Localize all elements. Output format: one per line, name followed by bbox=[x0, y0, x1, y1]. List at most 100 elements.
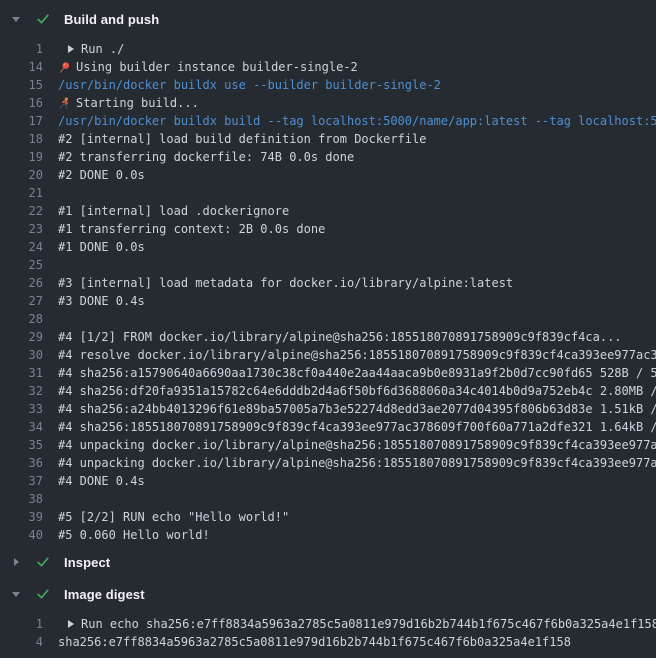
line-number[interactable]: 1 bbox=[0, 40, 43, 58]
line-number[interactable]: 29 bbox=[0, 328, 43, 346]
line-number[interactable]: 14 bbox=[0, 58, 43, 76]
line-number[interactable]: 28 bbox=[0, 310, 43, 328]
line-text: #3 [internal] load metadata for docker.i… bbox=[58, 274, 513, 292]
line-number[interactable]: 18 bbox=[0, 130, 43, 148]
pushpin-icon bbox=[58, 61, 71, 74]
line-number[interactable]: 23 bbox=[0, 220, 43, 238]
line-number[interactable]: 16 bbox=[0, 94, 43, 112]
log-line: 1 Run echo sha256:e7ff8834a5963a2785c5a0… bbox=[0, 615, 656, 633]
line-text: #3 DONE 0.4s bbox=[58, 292, 145, 310]
line-content: /usr/bin/docker buildx build --tag local… bbox=[58, 112, 656, 130]
line-number[interactable]: 25 bbox=[0, 256, 43, 274]
line-text: #4 sha256:a15790640a6690aa1730c38cf0a440… bbox=[58, 364, 656, 382]
line-content: #4 resolve docker.io/library/alpine@sha2… bbox=[58, 346, 656, 364]
success-check-icon bbox=[35, 554, 51, 570]
log-line: 34 #4 sha256:185518070891758909c9f839cf4… bbox=[0, 418, 656, 436]
line-content: #1 DONE 0.0s bbox=[58, 238, 656, 256]
line-number[interactable]: 17 bbox=[0, 112, 43, 130]
line-text: #4 resolve docker.io/library/alpine@sha2… bbox=[58, 346, 656, 364]
line-text: #5 [2/2] RUN echo "Hello world!" bbox=[58, 508, 289, 526]
line-number[interactable]: 15 bbox=[0, 76, 43, 94]
line-number[interactable]: 27 bbox=[0, 292, 43, 310]
line-content: #5 0.060 Hello world! bbox=[58, 526, 656, 544]
line-number[interactable]: 20 bbox=[0, 166, 43, 184]
line-content: #4 sha256:df20fa9351a15782c64e6dddb2d4a6… bbox=[58, 382, 656, 400]
line-text: Starting build... bbox=[76, 94, 199, 112]
line-text: #2 [internal] load build definition from… bbox=[58, 130, 426, 148]
log-line: 4 sha256:e7ff8834a5963a2785c5a0811e979d1… bbox=[0, 633, 656, 651]
log-line: 35 #4 unpacking docker.io/library/alpine… bbox=[0, 436, 656, 454]
line-number[interactable]: 37 bbox=[0, 472, 43, 490]
section-lines: 1 Run echo sha256:e7ff8834a5963a2785c5a0… bbox=[0, 615, 656, 651]
log-line: 26 #3 [internal] load metadata for docke… bbox=[0, 274, 656, 292]
log-line: 25 bbox=[0, 256, 656, 274]
line-content: #4 unpacking docker.io/library/alpine@sh… bbox=[58, 454, 656, 472]
section-header[interactable]: Image digest bbox=[0, 584, 656, 604]
log-line: 15 /usr/bin/docker buildx use --builder … bbox=[0, 76, 656, 94]
line-number[interactable]: 24 bbox=[0, 238, 43, 256]
run-expander-icon[interactable] bbox=[68, 620, 74, 628]
line-content: #2 transferring dockerfile: 74B 0.0s don… bbox=[58, 148, 656, 166]
log-line: 31 #4 sha256:a15790640a6690aa1730c38cf0a… bbox=[0, 364, 656, 382]
line-number[interactable]: 34 bbox=[0, 418, 43, 436]
line-text: #2 transferring dockerfile: 74B 0.0s don… bbox=[58, 148, 354, 166]
line-number[interactable]: 30 bbox=[0, 346, 43, 364]
line-text[interactable]: Run ./ bbox=[81, 40, 124, 58]
line-number[interactable]: 33 bbox=[0, 400, 43, 418]
line-number[interactable]: 19 bbox=[0, 148, 43, 166]
line-content: #4 sha256:185518070891758909c9f839cf4ca3… bbox=[58, 418, 656, 436]
line-content: /usr/bin/docker buildx use --builder bui… bbox=[58, 76, 656, 94]
log-line: 18 #2 [internal] load build definition f… bbox=[0, 130, 656, 148]
line-content: #4 DONE 0.4s bbox=[58, 472, 656, 490]
log-line: 40 #5 0.060 Hello world! bbox=[0, 526, 656, 544]
log-line: 23 #1 transferring context: 2B 0.0s done bbox=[0, 220, 656, 238]
line-text: #2 DONE 0.0s bbox=[58, 166, 145, 184]
actions-log-viewer: Build and push 1 Run ./ 14 Using builder… bbox=[0, 0, 656, 651]
line-number[interactable]: 4 bbox=[0, 633, 43, 651]
log-line: 24 #1 DONE 0.0s bbox=[0, 238, 656, 256]
line-number[interactable]: 36 bbox=[0, 454, 43, 472]
log-line: 33 #4 sha256:a24bb4013296f61e89ba57005a7… bbox=[0, 400, 656, 418]
section-title: Inspect bbox=[64, 555, 110, 570]
line-number[interactable]: 32 bbox=[0, 382, 43, 400]
log-line: 20 #2 DONE 0.0s bbox=[0, 166, 656, 184]
section-chevron-icon[interactable] bbox=[10, 592, 22, 597]
line-text: #1 DONE 0.0s bbox=[58, 238, 145, 256]
runner-icon bbox=[58, 97, 71, 110]
log-line: 21 bbox=[0, 184, 656, 202]
section-lines: 1 Run ./ 14 Using builder instance build… bbox=[0, 40, 656, 544]
line-number[interactable]: 31 bbox=[0, 364, 43, 382]
run-expander-icon[interactable] bbox=[68, 45, 74, 53]
section-chevron-icon[interactable] bbox=[10, 17, 22, 22]
line-content: Using builder instance builder-single-2 bbox=[58, 58, 656, 76]
line-text: #4 sha256:df20fa9351a15782c64e6dddb2d4a6… bbox=[58, 382, 656, 400]
line-content: #4 sha256:a15790640a6690aa1730c38cf0a440… bbox=[58, 364, 656, 382]
line-content: #2 DONE 0.0s bbox=[58, 166, 656, 184]
line-number[interactable]: 39 bbox=[0, 508, 43, 526]
line-number[interactable]: 21 bbox=[0, 184, 43, 202]
line-number[interactable]: 1 bbox=[0, 615, 43, 633]
log-line: 14 Using builder instance builder-single… bbox=[0, 58, 656, 76]
line-text: #5 0.060 Hello world! bbox=[58, 526, 210, 544]
line-number[interactable]: 35 bbox=[0, 436, 43, 454]
success-check-icon bbox=[35, 11, 51, 27]
line-text: /usr/bin/docker buildx use --builder bui… bbox=[58, 76, 441, 94]
section-header[interactable]: Build and push bbox=[0, 9, 656, 29]
line-content: sha256:e7ff8834a5963a2785c5a0811e979d16b… bbox=[58, 633, 656, 651]
line-content: #1 transferring context: 2B 0.0s done bbox=[58, 220, 656, 238]
line-text: #1 transferring context: 2B 0.0s done bbox=[58, 220, 325, 238]
log-line: 37 #4 DONE 0.4s bbox=[0, 472, 656, 490]
section-chevron-icon[interactable] bbox=[10, 558, 22, 566]
success-check-icon bbox=[35, 586, 51, 602]
line-text[interactable]: Run echo sha256:e7ff8834a5963a2785c5a081… bbox=[81, 615, 656, 633]
line-content: #3 DONE 0.4s bbox=[58, 292, 656, 310]
line-text: #4 sha256:185518070891758909c9f839cf4ca3… bbox=[58, 418, 656, 436]
section-header[interactable]: Inspect bbox=[0, 552, 656, 572]
line-text: sha256:e7ff8834a5963a2785c5a0811e979d16b… bbox=[58, 633, 571, 651]
line-content: #4 [1/2] FROM docker.io/library/alpine@s… bbox=[58, 328, 656, 346]
line-number[interactable]: 22 bbox=[0, 202, 43, 220]
line-content: #4 sha256:a24bb4013296f61e89ba57005a7b3e… bbox=[58, 400, 656, 418]
line-number[interactable]: 40 bbox=[0, 526, 43, 544]
line-number[interactable]: 26 bbox=[0, 274, 43, 292]
line-number[interactable]: 38 bbox=[0, 490, 43, 508]
